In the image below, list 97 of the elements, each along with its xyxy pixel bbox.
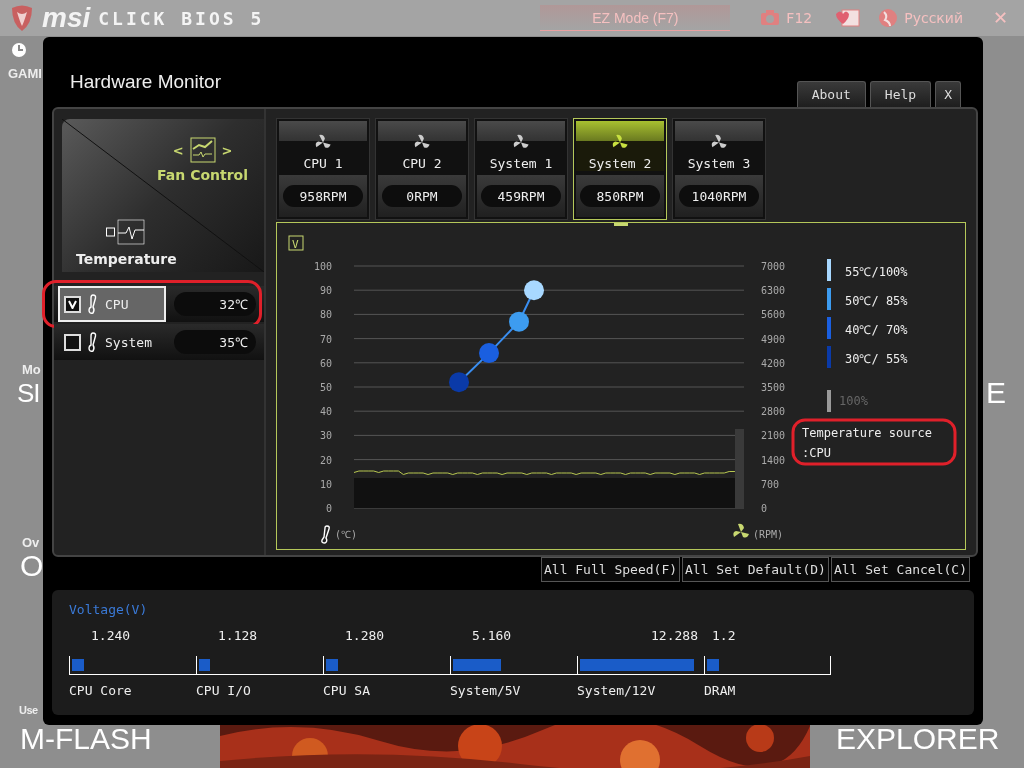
- sensor-item[interactable]: System: [58, 324, 166, 360]
- action-button[interactable]: All Set Default(D): [682, 557, 829, 582]
- thermometer-icon: [321, 525, 330, 544]
- axis-tick-label: 4200: [761, 357, 786, 369]
- legend-label: 30℃/ 55%: [845, 352, 908, 366]
- voltage-label: CPU Core: [69, 683, 133, 698]
- temperature-graph-icon: [106, 219, 147, 245]
- favorites-icon[interactable]: [834, 8, 861, 28]
- fan-icon: [733, 523, 749, 538]
- voltage-value: 1.240: [90, 628, 132, 645]
- temperature-source-text: :CPU: [802, 446, 831, 460]
- action-button[interactable]: All Full Speed(F): [541, 557, 681, 582]
- temperature-source-text: Temperature source: [802, 426, 933, 440]
- fan-chart-icon: [189, 137, 216, 163]
- thermometer-icon: [87, 331, 99, 353]
- dialog-tab[interactable]: About: [796, 81, 866, 107]
- tile-label: SI: [17, 378, 40, 409]
- axis-tick-label: 50: [319, 382, 332, 393]
- checkmark-icon: [68, 299, 77, 309]
- voltage-value: 12.288: [650, 628, 699, 645]
- axis-tick-label: 40: [319, 406, 332, 418]
- axis-tick-label: 10: [319, 478, 332, 490]
- dialog-tab[interactable]: X: [935, 81, 961, 107]
- rpm-readout: 459RPM: [481, 185, 561, 207]
- tile-label: E: [986, 376, 1006, 410]
- tile-label: Use: [19, 704, 38, 716]
- voltage-label: CPU I/O: [196, 683, 252, 698]
- voltage-value: 1.128: [217, 628, 259, 645]
- axis-tick-label: 2800: [761, 406, 786, 418]
- checkbox-label: V: [292, 238, 299, 251]
- tile-label: M-FLASH: [20, 722, 152, 756]
- axis-unit: (RPM): [753, 529, 784, 540]
- product-name: CLICK BIOS 5: [98, 7, 265, 29]
- legend-label: 40℃/ 70%: [845, 323, 908, 337]
- axis-tick-label: 0: [325, 503, 332, 514]
- axis-tick-label: 3500: [761, 382, 786, 393]
- voltage-value: 1.2: [711, 628, 737, 645]
- axis-tick-label: 7000: [761, 261, 786, 272]
- axis-tick-label: 4900: [761, 333, 786, 345]
- axis-tick-label: 60: [319, 357, 332, 369]
- shield-logo-icon: [10, 4, 34, 32]
- selection-marker: [614, 223, 628, 226]
- dialog-title: Hardware Monitor: [70, 71, 221, 93]
- tile-label: GAMI: [8, 66, 42, 81]
- fan-tab[interactable]: System 3 1040RPM: [672, 118, 766, 220]
- screenshot-key: F12: [786, 10, 813, 26]
- voltage-label: DRAM: [704, 683, 737, 698]
- rpm-readout: 850RPM: [580, 185, 660, 207]
- previous-arrow[interactable]: <: [172, 142, 184, 158]
- axis-tick-label: 30: [319, 430, 332, 442]
- axis-tick-label: 6300: [761, 285, 786, 297]
- axis-tick-label: 2100: [761, 430, 786, 442]
- checkbox[interactable]: [64, 295, 81, 313]
- temperature-reading: 32℃: [174, 292, 256, 316]
- tile-label: EXPLORER: [836, 722, 1000, 756]
- axis-tick-label: 1400: [761, 454, 786, 466]
- tile-label: Ov: [22, 535, 40, 550]
- legend-label: 50℃/ 85%: [845, 294, 908, 308]
- axis-tick-label: 20: [319, 454, 332, 466]
- next-arrow[interactable]: >: [221, 142, 233, 158]
- voltage-value: 5.160: [471, 628, 513, 645]
- brand-logo: msi: [42, 2, 91, 34]
- voltage-label: System/5V: [450, 683, 522, 698]
- checkbox[interactable]: [64, 333, 81, 351]
- curve-point[interactable]: [524, 280, 544, 301]
- tile-label: O: [20, 549, 44, 583]
- curve-enable-checkbox[interactable]: [288, 235, 304, 251]
- voltage-value: 1.280: [344, 628, 386, 645]
- axis-tick-label: 0: [761, 503, 768, 514]
- rpm-readout: 1040RPM: [679, 185, 759, 207]
- action-button[interactable]: All Set Cancel(C): [830, 557, 970, 582]
- rpm-readout: 0RPM: [382, 185, 462, 207]
- curve-point[interactable]: [509, 311, 529, 332]
- axis-tick-label: 70: [319, 333, 332, 345]
- dialog-tab[interactable]: Help: [869, 81, 932, 107]
- clock-icon: [11, 42, 27, 58]
- axis-tick-label: 5600: [761, 309, 786, 321]
- voltage-title: Voltage(V): [69, 602, 148, 617]
- axis-tick-label: 80: [319, 309, 332, 321]
- temperature-tab[interactable]: Temperature: [76, 251, 177, 267]
- axis-unit: (℃): [335, 529, 358, 540]
- legend-label: 55℃/100%: [845, 265, 908, 279]
- axis-tick-label: 700: [761, 478, 780, 490]
- fan-control-tab[interactable]: Fan Control: [157, 167, 248, 183]
- tile-label: Mo: [22, 362, 41, 377]
- temperature-reading: 35℃: [174, 330, 256, 354]
- legend-label: 100%: [839, 394, 868, 408]
- voltage-label: CPU SA: [323, 683, 371, 698]
- voltage-label: System/12V: [577, 683, 657, 698]
- fan-tab[interactable]: System 1 459RPM: [474, 118, 568, 220]
- rpm-readout: 958RPM: [283, 185, 363, 207]
- fan-tab[interactable]: CPU 1 958RPM: [276, 118, 370, 220]
- fan-tab[interactable]: CPU 2 0RPM: [375, 118, 469, 220]
- thermometer-icon: [87, 293, 99, 315]
- sensor-item[interactable]: CPU: [58, 286, 166, 322]
- axis-tick-label: 90: [319, 285, 332, 297]
- axis-tick-label: 100: [313, 261, 332, 272]
